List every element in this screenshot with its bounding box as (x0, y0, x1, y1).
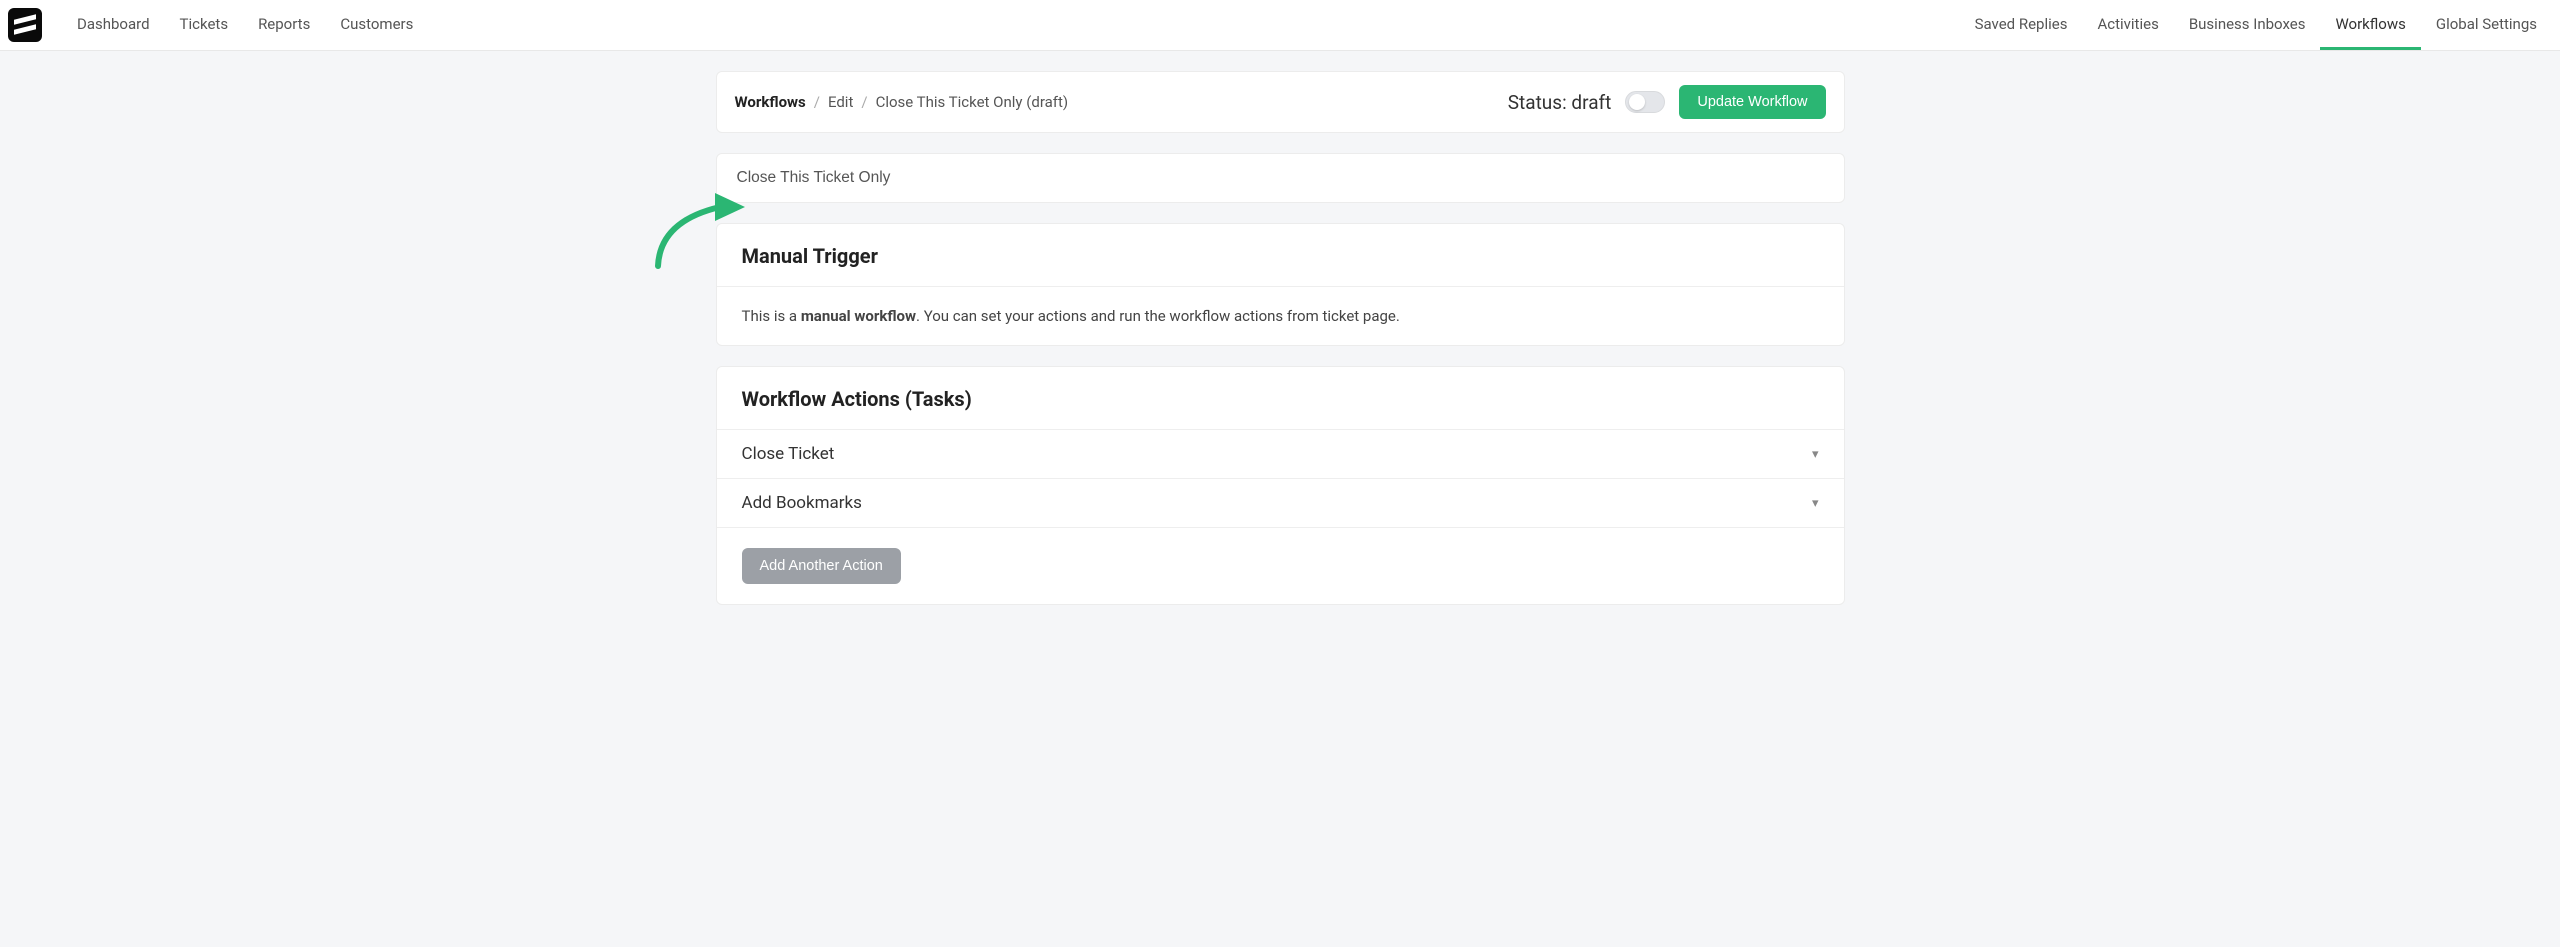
trigger-header: Manual Trigger (717, 224, 1844, 286)
toggle-knob (1629, 94, 1645, 110)
logo-wrap (8, 0, 62, 50)
trigger-title: Manual Trigger (742, 244, 1819, 268)
action-row-label: Close Ticket (742, 444, 835, 464)
add-another-action-button[interactable]: Add Another Action (742, 548, 901, 584)
status-value: draft (1571, 91, 1611, 114)
breadcrumb-mid[interactable]: Edit (828, 93, 853, 111)
actions-header: Workflow Actions (Tasks) (717, 367, 1844, 429)
trigger-desc-strong: manual workflow (801, 307, 916, 325)
actions-card: Workflow Actions (Tasks) Close Ticket ▾ … (716, 366, 1845, 605)
chevron-down-icon: ▾ (1812, 496, 1819, 511)
trigger-desc-suffix: . You can set your actions and run the w… (916, 307, 1400, 325)
trigger-desc-prefix: This is a (742, 307, 801, 325)
nav-right: Saved Replies Activities Business Inboxe… (1960, 0, 2552, 50)
update-workflow-button[interactable]: Update Workflow (1679, 85, 1825, 119)
breadcrumb-sep: / (861, 93, 867, 111)
workflow-name-input[interactable] (717, 154, 1844, 202)
top-nav: Dashboard Tickets Reports Customers Save… (0, 0, 2560, 51)
workflow-header-card: Workflows / Edit / Close This Ticket Onl… (716, 71, 1845, 133)
breadcrumb-leaf: Close This Ticket Only (draft) (876, 93, 1069, 111)
app-logo[interactable] (8, 8, 42, 42)
nav-customers[interactable]: Customers (325, 0, 428, 50)
trigger-card: Manual Trigger This is a manual workflow… (716, 223, 1845, 346)
nav-left: Dashboard Tickets Reports Customers (62, 0, 1960, 50)
breadcrumb-sep: / (814, 93, 820, 111)
nav-global-settings[interactable]: Global Settings (2421, 0, 2552, 50)
status-toggle[interactable] (1625, 91, 1665, 113)
nav-business-inboxes[interactable]: Business Inboxes (2174, 0, 2321, 50)
nav-tickets[interactable]: Tickets (165, 0, 244, 50)
actions-title: Workflow Actions (Tasks) (742, 387, 1819, 411)
chevron-down-icon: ▾ (1812, 447, 1819, 462)
workflow-name-card (716, 153, 1845, 203)
status-text: Status: draft (1508, 91, 1612, 114)
nav-activities[interactable]: Activities (2082, 0, 2173, 50)
nav-reports[interactable]: Reports (243, 0, 325, 50)
trigger-body: This is a manual workflow. You can set y… (717, 286, 1844, 345)
nav-dashboard[interactable]: Dashboard (62, 0, 165, 50)
nav-workflows[interactable]: Workflows (2320, 0, 2420, 50)
action-row-label: Add Bookmarks (742, 493, 862, 513)
status-label: Status: (1508, 91, 1567, 114)
action-row-close-ticket[interactable]: Close Ticket ▾ (717, 429, 1844, 478)
breadcrumb-root[interactable]: Workflows (735, 93, 806, 111)
breadcrumb: Workflows / Edit / Close This Ticket Onl… (735, 93, 1069, 111)
nav-saved-replies[interactable]: Saved Replies (1960, 0, 2083, 50)
header-right: Status: draft Update Workflow (1508, 85, 1826, 119)
action-row-add-bookmarks[interactable]: Add Bookmarks ▾ (717, 478, 1844, 528)
